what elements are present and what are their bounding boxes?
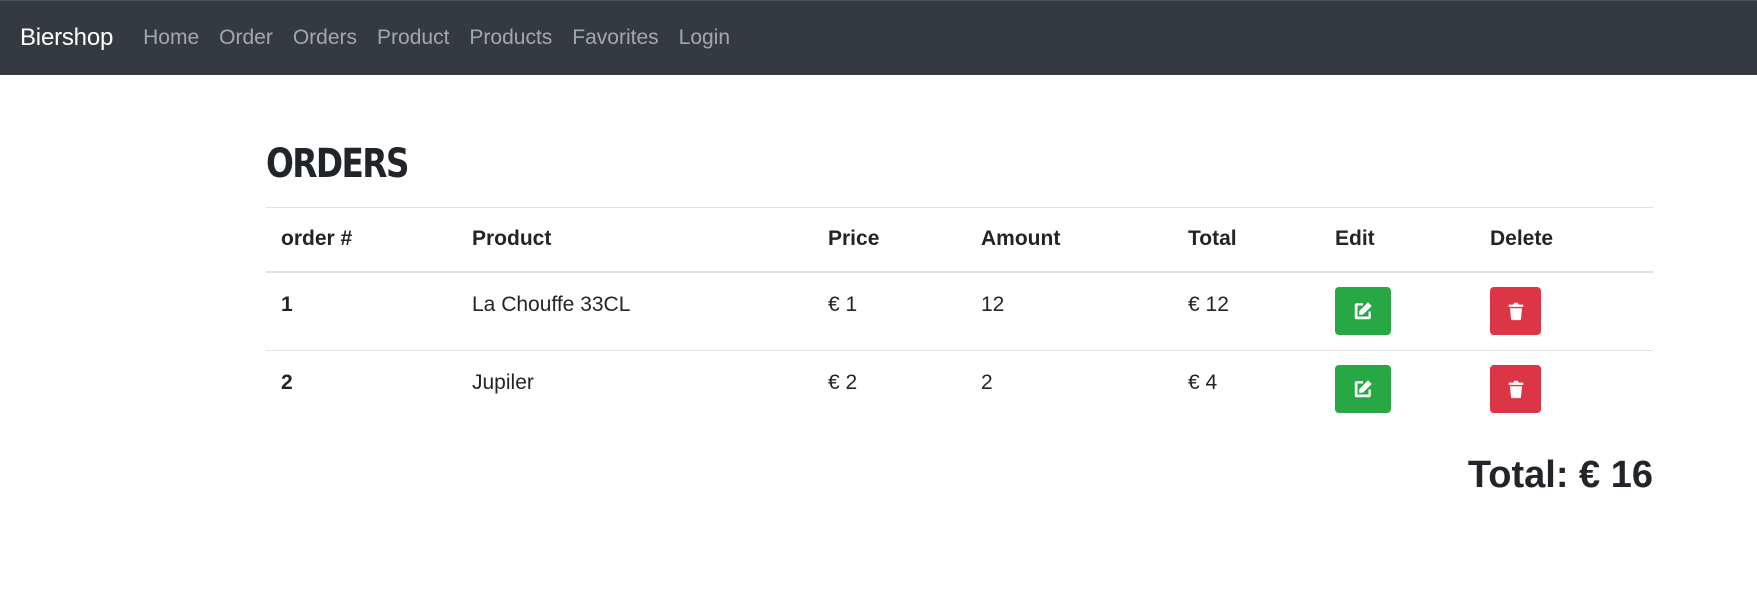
nav-link-favorites[interactable]: Favorites xyxy=(562,26,668,50)
price-cell: € 2 xyxy=(828,371,858,394)
table-row: 2 Jupiler € 2 2 € 4 xyxy=(266,350,1653,430)
edit-icon xyxy=(1354,380,1372,398)
nav-link-login[interactable]: Login xyxy=(669,26,740,50)
total-cell: € 4 xyxy=(1188,371,1218,394)
column-header-price: Price xyxy=(828,227,880,251)
orders-table: order # Product Price Amount Total Edit … xyxy=(266,207,1653,430)
column-header-edit: Edit xyxy=(1335,227,1375,251)
nav-link-product[interactable]: Product xyxy=(367,26,459,50)
delete-cell xyxy=(1475,351,1653,430)
column-header-product: Product xyxy=(472,227,552,251)
delete-button[interactable] xyxy=(1490,365,1541,413)
column-header-delete: Delete xyxy=(1490,227,1554,251)
edit-icon xyxy=(1354,301,1372,319)
nav-link-home[interactable]: Home xyxy=(133,26,209,50)
edit-button[interactable] xyxy=(1335,365,1391,413)
order-number-cell: 2 xyxy=(281,371,293,394)
nav-link-orders[interactable]: Orders xyxy=(283,26,367,50)
brand-link[interactable]: Biershop xyxy=(20,24,113,52)
column-header-amount: Amount xyxy=(981,227,1061,251)
delete-button[interactable] xyxy=(1490,286,1541,335)
main-content: Orders order # Product Price Amount Tota… xyxy=(266,75,1653,497)
column-header-order: order # xyxy=(281,227,353,251)
amount-cell: 12 xyxy=(981,292,1005,316)
table-row: 1 La Chouffe 33CL € 1 12 € 12 xyxy=(266,272,1653,351)
order-number-cell: 1 xyxy=(281,292,293,316)
column-header-total: Total xyxy=(1188,227,1237,251)
nav-link-products[interactable]: Products xyxy=(459,26,562,50)
total-cell: € 12 xyxy=(1188,292,1229,316)
product-cell: La Chouffe 33CL xyxy=(472,292,631,316)
nav-links: Home Order Orders Product Products Favor… xyxy=(133,26,740,50)
trash-icon xyxy=(1508,380,1523,399)
trash-icon xyxy=(1508,302,1523,320)
delete-cell xyxy=(1475,272,1653,351)
amount-cell: 2 xyxy=(981,371,993,394)
edit-button[interactable] xyxy=(1335,286,1391,335)
grand-total: Total: € 16 xyxy=(1467,453,1653,496)
nav-link-order[interactable]: Order xyxy=(209,26,283,50)
table-header-row: order # Product Price Amount Total Edit … xyxy=(266,207,1653,272)
edit-cell xyxy=(1320,351,1475,430)
price-cell: € 1 xyxy=(828,292,858,316)
navbar: Biershop Home Order Orders Product Produ… xyxy=(0,0,1757,75)
product-cell: Jupiler xyxy=(472,371,534,394)
page-title: Orders xyxy=(266,141,409,187)
edit-cell xyxy=(1320,272,1475,351)
